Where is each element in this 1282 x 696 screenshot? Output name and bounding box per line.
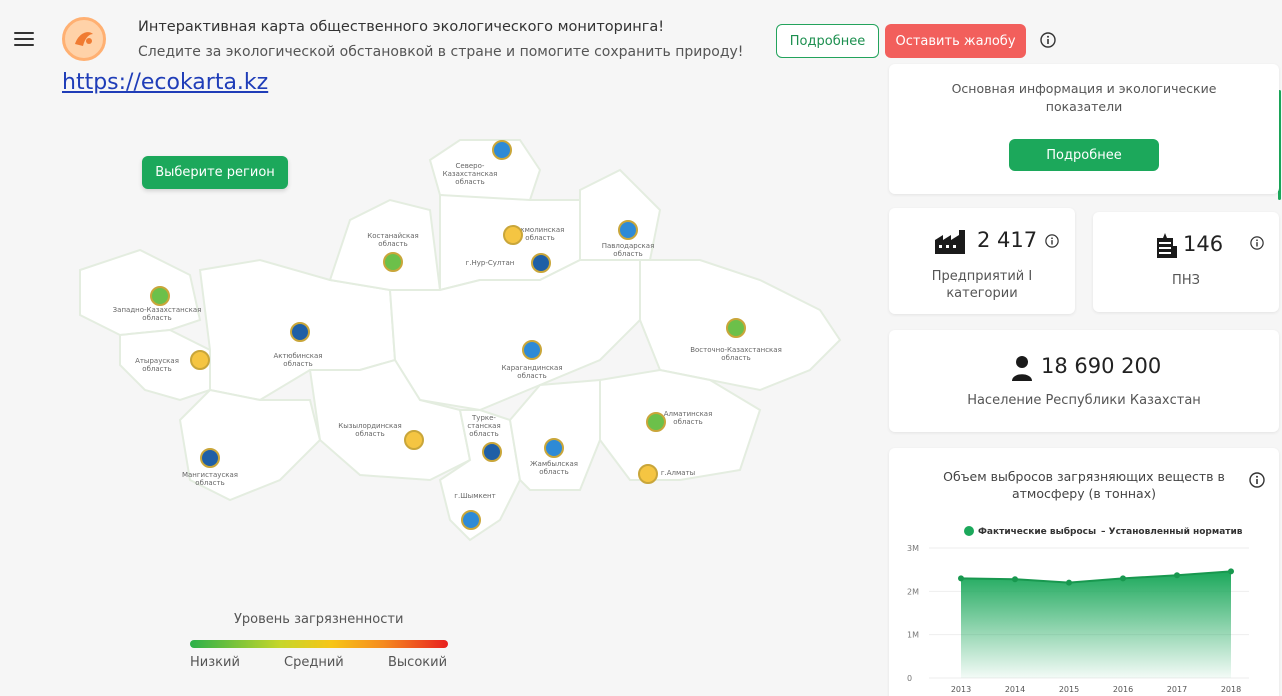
region-emblem-icon[interactable] bbox=[544, 438, 564, 458]
data-point[interactable] bbox=[1012, 576, 1018, 583]
complaint-button[interactable]: Оставить жалобу bbox=[885, 24, 1026, 58]
legend-low: Низкий bbox=[190, 655, 240, 670]
region-emblem-icon[interactable] bbox=[618, 220, 638, 240]
info-icon[interactable] bbox=[1045, 234, 1059, 248]
legend-title: Уровень загрязненности bbox=[234, 612, 404, 627]
series-area bbox=[961, 571, 1231, 678]
more-button[interactable]: Подробнее bbox=[776, 24, 879, 58]
header-subtitle: Следите за экологической обстановкой в с… bbox=[138, 44, 744, 60]
legend-norm: – Установленный норматив bbox=[1101, 527, 1243, 537]
enterprises-value: 2 417 bbox=[977, 228, 1038, 252]
pnz-value: 146 bbox=[1183, 232, 1224, 256]
emissions-chart: Фактические выбросы – Установленный норма… bbox=[907, 526, 1249, 694]
legend-actual: Фактические выбросы bbox=[978, 526, 1096, 537]
region-label[interactable]: г.Алматы bbox=[661, 469, 695, 477]
population-card: 18 690 200 Население Республики Казахста… bbox=[889, 330, 1279, 432]
info-card-text: Основная информация и экологические пока… bbox=[951, 81, 1217, 114]
site-link[interactable]: https://ecokarta.kz bbox=[62, 70, 268, 95]
pollution-gradient bbox=[190, 640, 448, 648]
emissions-chart-card: Объем выбросов загрязняющих веществ в ат… bbox=[889, 448, 1279, 696]
region-emblem-icon[interactable] bbox=[503, 225, 523, 245]
info-more-button[interactable]: Подробнее bbox=[1009, 139, 1159, 171]
x-tick-label: 2018 bbox=[1221, 685, 1241, 694]
y-tick-label: 1M bbox=[907, 631, 919, 640]
region-emblem-icon[interactable] bbox=[200, 448, 220, 468]
region-emblem-icon[interactable] bbox=[482, 442, 502, 462]
data-point[interactable] bbox=[1228, 568, 1234, 575]
region-emblem-icon[interactable] bbox=[726, 318, 746, 338]
select-region-button[interactable]: Выберите регион bbox=[142, 156, 288, 189]
info-icon[interactable] bbox=[1250, 236, 1264, 250]
menu-icon[interactable] bbox=[14, 32, 34, 48]
region-emblem-icon[interactable] bbox=[461, 510, 481, 530]
population-value: 18 690 200 bbox=[1041, 354, 1162, 378]
data-point[interactable] bbox=[1174, 572, 1180, 579]
x-tick-label: 2013 bbox=[951, 685, 971, 694]
y-tick-label: 2M bbox=[907, 587, 919, 596]
info-card: Основная информация и экологические пока… bbox=[889, 64, 1279, 194]
region-emblem-icon[interactable] bbox=[404, 430, 424, 450]
person-icon bbox=[1012, 356, 1032, 381]
enterprises-card: 2 417 Предприятий I категории bbox=[889, 208, 1075, 314]
region-label[interactable]: Турке-станская область bbox=[467, 414, 500, 438]
region-emblem-icon[interactable] bbox=[522, 340, 542, 360]
region-emblem-icon[interactable] bbox=[531, 253, 551, 273]
region-emblem-icon[interactable] bbox=[290, 322, 310, 342]
region-emblem-icon[interactable] bbox=[190, 350, 210, 370]
logo bbox=[62, 17, 106, 61]
legend-high: Высокий bbox=[388, 655, 448, 670]
region-emblem-icon[interactable] bbox=[492, 140, 512, 160]
x-tick-label: 2014 bbox=[1005, 685, 1025, 694]
region-label[interactable]: г.Шымкент bbox=[454, 492, 495, 500]
data-point[interactable] bbox=[1066, 579, 1072, 586]
x-tick-label: 2015 bbox=[1059, 685, 1079, 694]
factory-icon bbox=[935, 230, 965, 254]
enterprises-label: Предприятий I категории bbox=[931, 269, 1033, 301]
x-tick-label: 2017 bbox=[1167, 685, 1187, 694]
region-emblem-icon[interactable] bbox=[150, 286, 170, 306]
x-tick-label: 2016 bbox=[1113, 685, 1133, 694]
population-label: Население Республики Казахстан bbox=[967, 393, 1201, 408]
y-tick-label: 3M bbox=[907, 544, 919, 553]
info-icon[interactable] bbox=[1040, 32, 1056, 48]
legend-mid: Средний bbox=[284, 655, 344, 670]
region-emblem-icon[interactable] bbox=[383, 252, 403, 272]
region-emblem-icon[interactable] bbox=[638, 464, 658, 484]
region-emblem-icon[interactable] bbox=[646, 412, 666, 432]
pnz-card: 146 ПНЗ bbox=[1093, 212, 1279, 312]
legend-dot bbox=[964, 526, 974, 536]
header-title: Интерактивная карта общественного эколог… bbox=[138, 19, 665, 35]
monitoring-station-icon bbox=[1157, 233, 1177, 258]
y-tick-label: 0 bbox=[907, 674, 912, 683]
region-label[interactable]: г.Нур-Султан bbox=[466, 259, 515, 267]
data-point[interactable] bbox=[1120, 575, 1126, 582]
pnz-label: ПНЗ bbox=[1172, 273, 1200, 288]
data-point[interactable] bbox=[958, 575, 964, 582]
